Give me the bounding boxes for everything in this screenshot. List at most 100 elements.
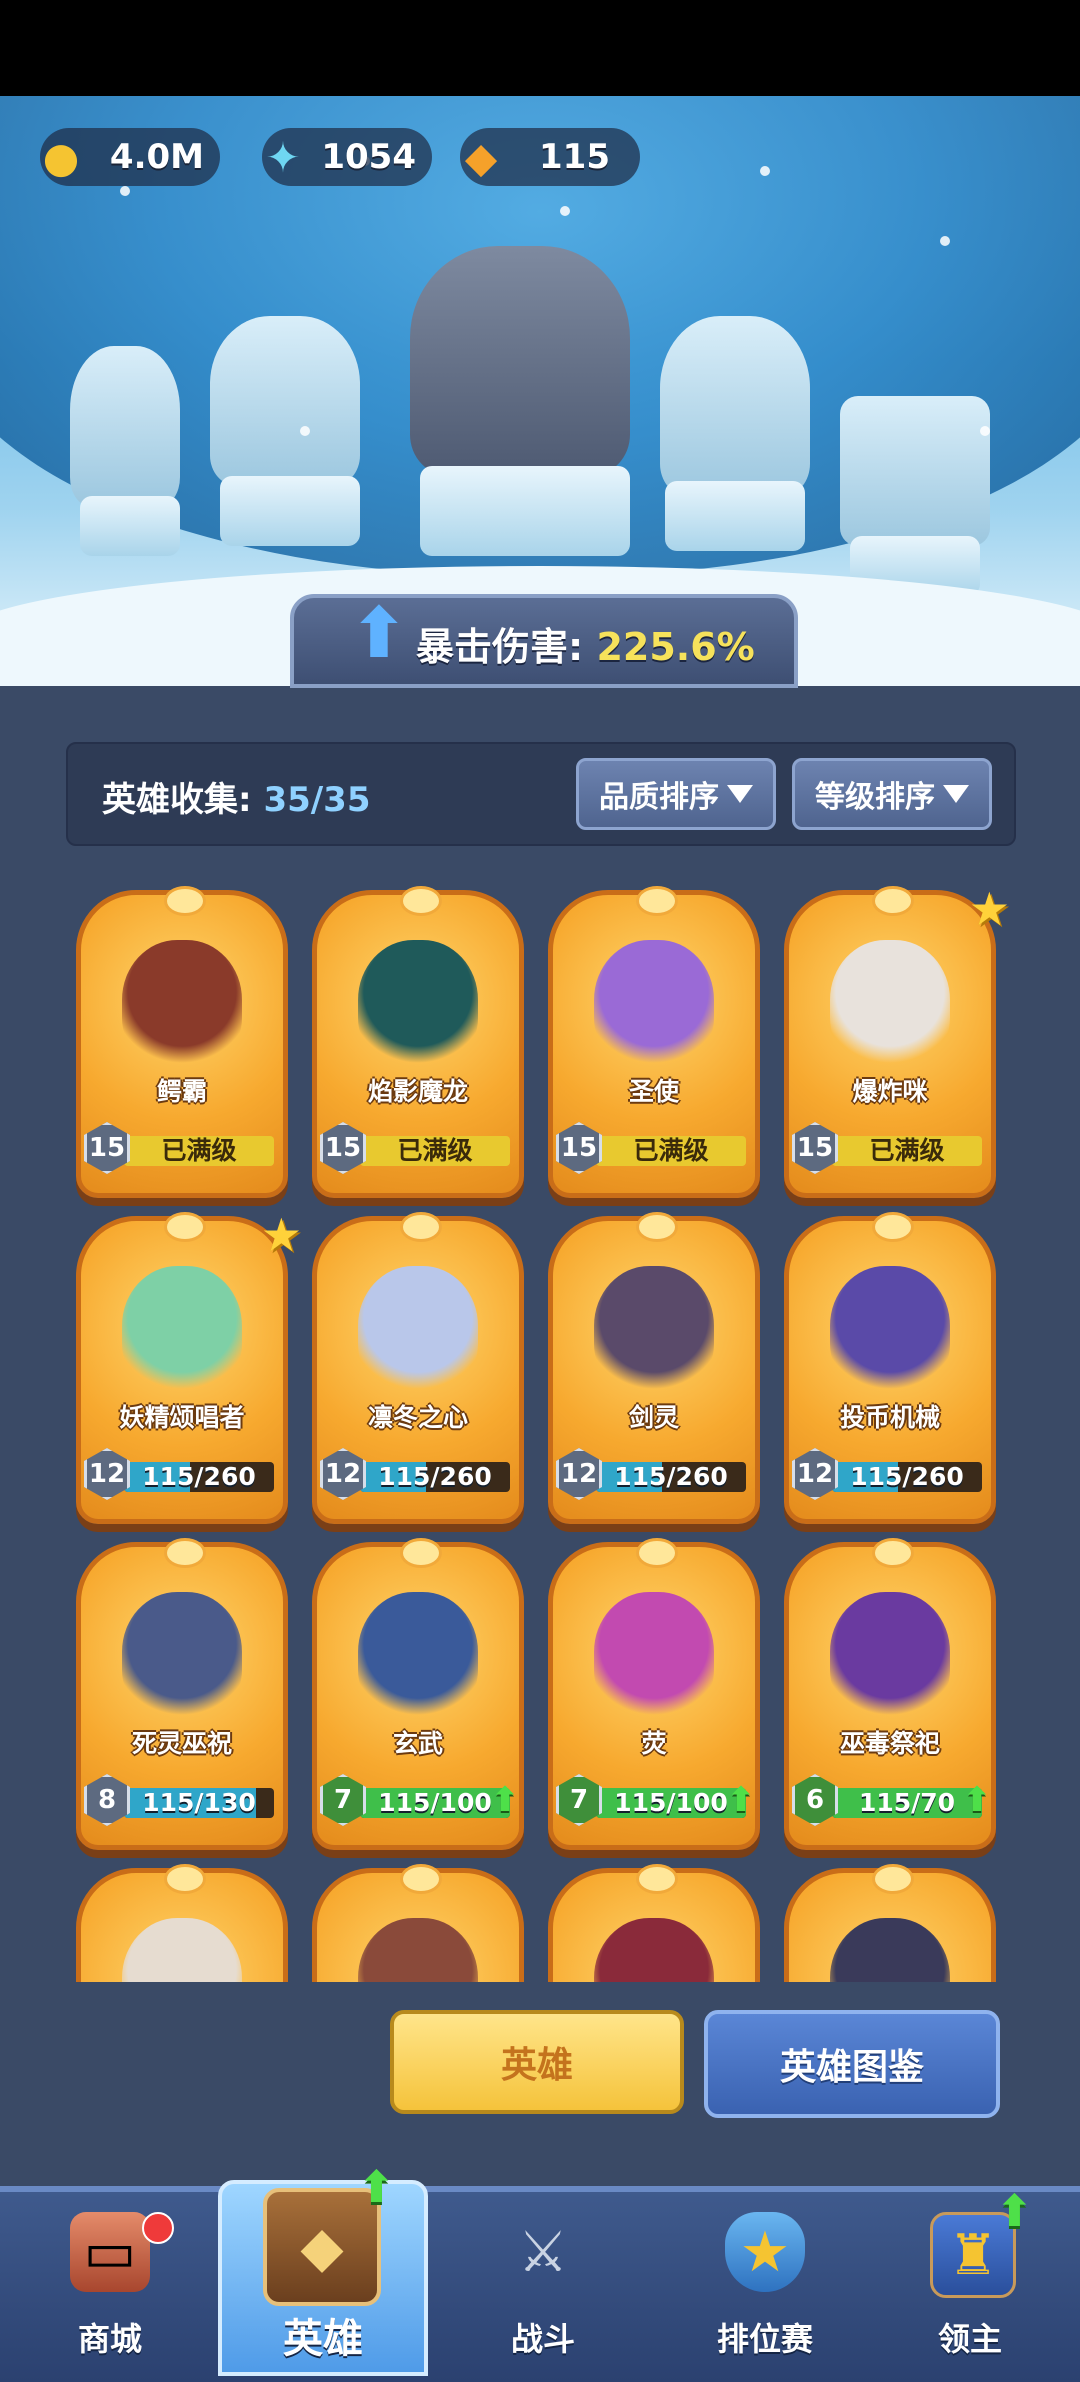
hero-card[interactable]: 死灵巫祝 115/130 8 [76, 1538, 288, 1860]
pedestal-1 [80, 496, 180, 556]
hero-card[interactable]: 妖精颂唱者 115/260 12 ★ [76, 1208, 302, 1534]
nav-shop-label: 商城 [77, 2320, 142, 2358]
hero-level-row: 115/260 12 [792, 1448, 988, 1500]
hero-level-badge: 12 [792, 1448, 838, 1500]
level-sort-button[interactable]: 等级排序 [792, 758, 992, 830]
shard-progress-bar: 已满级 [360, 1136, 510, 1166]
hero-card[interactable]: 荧 115/100 7 ⬆ [548, 1538, 760, 1860]
hero-level-row: 115/260 12 [320, 1448, 516, 1500]
hero-level-row: 115/100 7 ⬆ [556, 1774, 755, 1826]
collection-count: 35/35 [263, 780, 371, 820]
hero-level-badge: 6 [792, 1774, 838, 1826]
nav-hero[interactable]: ◆ ⬆ 英雄 [223, 2162, 423, 2376]
quality-sort-label: 品质排序 [599, 780, 719, 815]
card-gem-icon [164, 1538, 206, 1568]
card-gem-icon [400, 1212, 442, 1242]
crit-value: 225.6% [596, 625, 755, 669]
shard-progress-text: 115/260 [614, 1462, 728, 1491]
energy-resource[interactable]: ◆ 115 [460, 128, 640, 186]
gold-resource[interactable]: ● 4.0M [40, 128, 220, 186]
hero-codex-label: 英雄图鉴 [779, 2047, 924, 2088]
nav-ranked[interactable]: ★ 排位赛 [665, 2186, 865, 2376]
hero-card[interactable] [312, 1864, 524, 1982]
nav-shop[interactable]: ▭ 商城 [10, 2186, 210, 2376]
snowflake [980, 426, 990, 436]
energy-value: 115 [539, 137, 610, 177]
crit-label: 暴击伤害: [416, 625, 584, 669]
hero-portrait [594, 940, 714, 1070]
hero-portrait [122, 1266, 242, 1396]
star-icon: ★ [968, 882, 1010, 936]
dropdown-triangle-icon [943, 785, 969, 803]
hero-portrait [594, 1592, 714, 1722]
gold-coin-icon: ● [42, 132, 80, 182]
card-gem-icon [164, 1864, 206, 1894]
hero-portrait [594, 1266, 714, 1396]
hero-grid: 鳄霸 已满级 15 焰影魔龙 已满级 15 圣使已满级 15 爆炸咪 已满级 15 ★ 妖精颂唱者 115… [0, 880, 1080, 1982]
hero-card[interactable] [548, 1864, 760, 1982]
hero-level-badge: 7 [556, 1774, 602, 1826]
dropdown-triangle-icon [727, 785, 753, 803]
hero-portrait [358, 1266, 478, 1396]
hero-portrait [358, 940, 478, 1070]
hero-level-badge: 8 [84, 1774, 130, 1826]
shard-progress-bar: 115/260 [832, 1462, 982, 1492]
snowflake [300, 426, 310, 436]
hero-level-badge: 7 [320, 1774, 366, 1826]
hero-card[interactable] [784, 1864, 996, 1982]
hero-card[interactable]: 巫毒祭祀 115/70 6 ⬆ [784, 1538, 996, 1860]
hero-card[interactable]: 剑灵 115/260 12 [548, 1212, 760, 1534]
ice-statue-3 [660, 316, 810, 496]
hero-card[interactable]: 爆炸咪 已满级 15 ★ [784, 882, 1010, 1208]
card-gem-icon [636, 1864, 678, 1894]
nav-battle-label: 战斗 [510, 2320, 575, 2358]
hero-level-row: 115/70 6 ⬆ [792, 1774, 991, 1826]
robot-statue [840, 396, 990, 546]
hero-portrait [830, 1266, 950, 1396]
nav-battle[interactable]: ⚔ 战斗 [443, 2186, 643, 2376]
ice-statue-2 [210, 316, 360, 486]
hero-portrait [830, 940, 950, 1070]
hero-card[interactable]: 鳄霸 已满级 15 [76, 886, 288, 1208]
hero-name: 玄武 [392, 1729, 443, 1758]
hero-card[interactable]: 圣使 已满级 15 [548, 886, 760, 1208]
arrow-up-icon: ⬆ [349, 592, 409, 674]
hero-level-row: 115/130 8 [84, 1774, 280, 1826]
hero-name: 圣使 [628, 1077, 679, 1106]
shard-progress-bar: 115/260 [596, 1462, 746, 1492]
hero-portrait [122, 1592, 242, 1722]
gem-resource[interactable]: ✦ 1054 [262, 128, 432, 186]
hero-tab-button[interactable]: 英雄 [390, 2010, 684, 2114]
upgrade-arrow-icon: ⬆ [726, 1780, 756, 1820]
nav-hero-label: 英雄 [283, 2316, 363, 2362]
shard-progress-text: 已满级 [161, 1136, 237, 1165]
card-gem-icon [400, 886, 442, 916]
hero-card[interactable]: 焰影魔龙 已满级 15 [312, 886, 524, 1208]
hero-level-row: 115/260 12 [84, 1448, 280, 1500]
nav-lord[interactable]: ♜ ⬆ 领主 [870, 2186, 1070, 2376]
shard-progress-bar: 已满级 [596, 1136, 746, 1166]
nav-ranked-label: 排位赛 [716, 2320, 813, 2358]
collection-label: 英雄收集: [102, 780, 252, 820]
quality-sort-button[interactable]: 品质排序 [576, 758, 776, 830]
hero-name: 投币机械 [839, 1403, 940, 1432]
hero-card[interactable] [76, 1864, 288, 1982]
hero-codex-button[interactable]: 英雄图鉴 [704, 2010, 1000, 2118]
hero-card[interactable]: 凛冬之心 115/260 12 [312, 1212, 524, 1534]
hero-level-row: 已满级 15 [320, 1122, 516, 1174]
pedestal-center [420, 466, 630, 556]
snowflake [120, 186, 130, 196]
level-sort-label: 等级排序 [815, 780, 935, 815]
hero-card[interactable]: 玄武 115/100 7 ⬆ [312, 1538, 524, 1860]
hero-tab-label: 英雄 [500, 2045, 573, 2086]
hero-card[interactable]: 投币机械 115/260 12 [784, 1212, 996, 1534]
card-gem-icon [164, 886, 206, 916]
shard-progress-text: 115/260 [378, 1462, 492, 1491]
card-gem-icon [872, 886, 914, 916]
shard-progress-bar: 115/260 [360, 1462, 510, 1492]
pedestal-3 [665, 481, 805, 551]
shard-progress-bar: 115/130 [124, 1788, 274, 1818]
shard-progress-text: 115/130 [142, 1788, 256, 1817]
ice-statue-1 [70, 346, 180, 506]
crossed-swords-icon: ⚔ [517, 2219, 569, 2285]
